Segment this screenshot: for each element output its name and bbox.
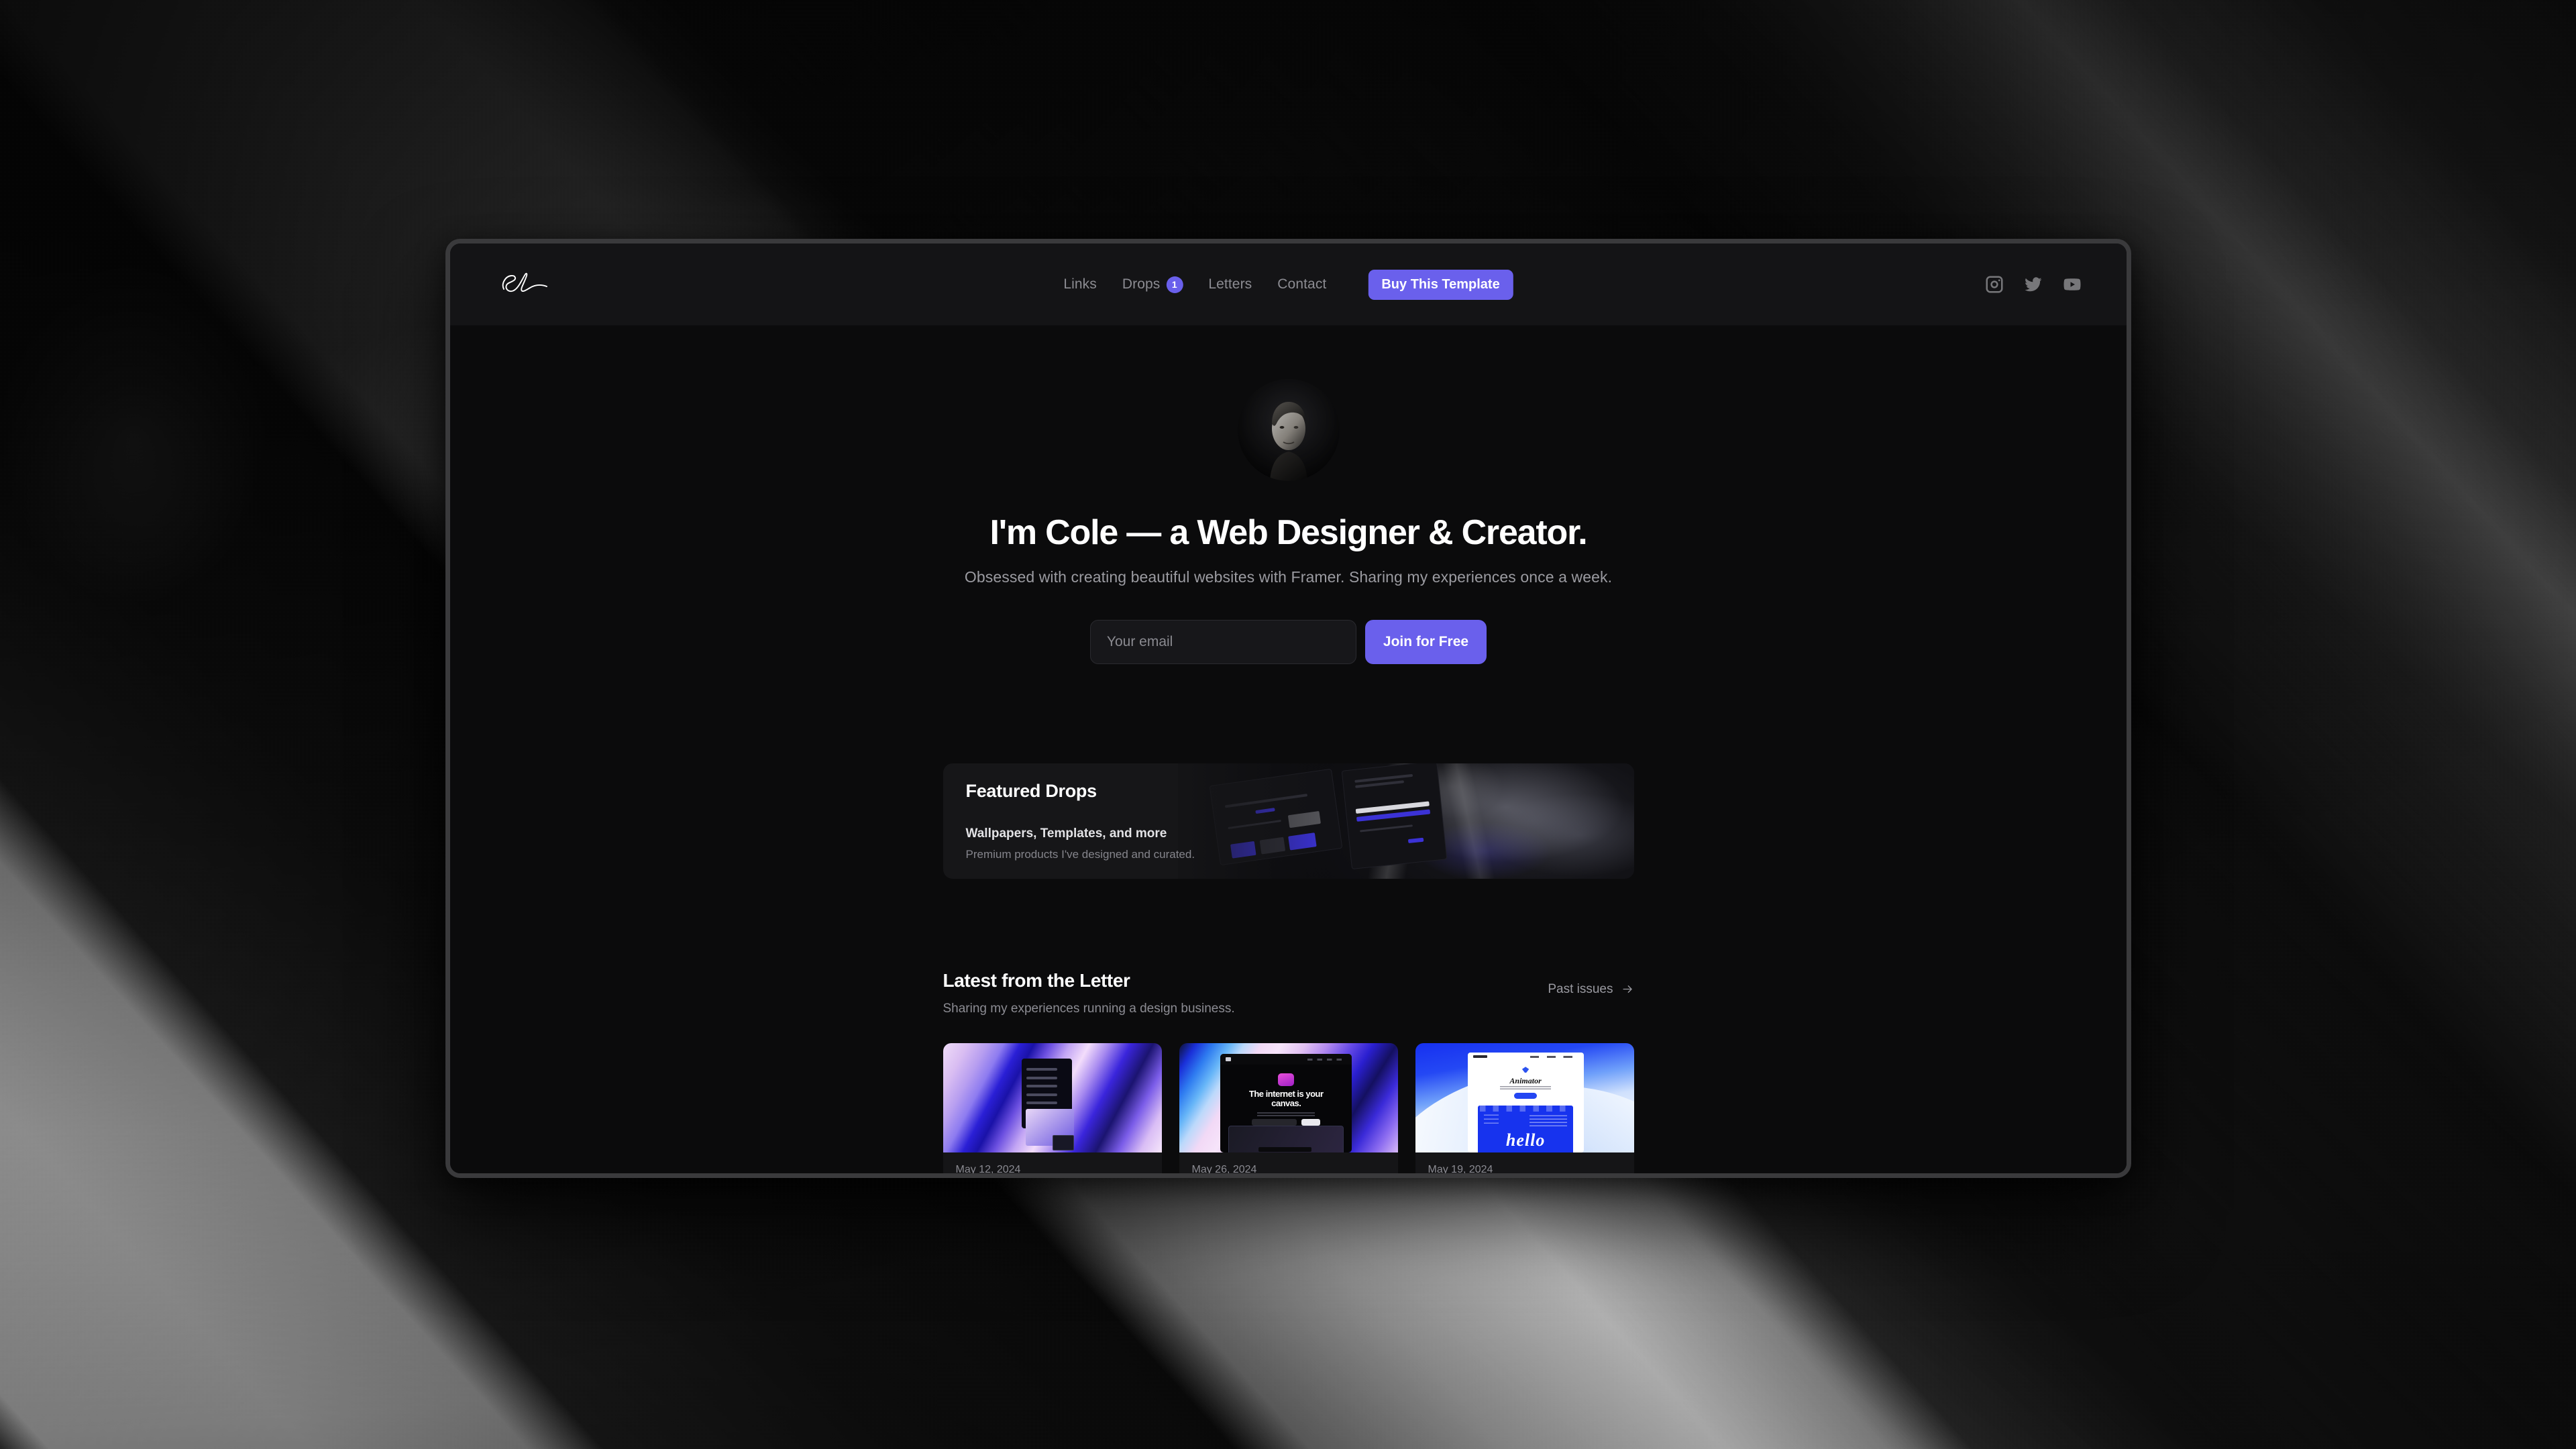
nav-link-label: Letters (1208, 276, 1252, 292)
letter-title: Latest from the Letter (943, 969, 1130, 991)
letter-card-grid: May 12, 2024 The Ultimate Guide to Respo… (943, 1042, 1634, 1173)
post-thumbnail-3: Animator hello (1415, 1042, 1634, 1152)
featured-drops-subtitle: Wallpapers, Templates, and more (965, 826, 1167, 841)
past-issues-label: Past issues (1548, 981, 1613, 996)
list-item[interactable]: The internet is your canvas. May 26, 202… (1179, 1042, 1398, 1173)
list-item[interactable]: May 12, 2024 The Ultimate Guide to Respo… (943, 1042, 1162, 1173)
thumbnail-nav-items (1530, 1055, 1579, 1059)
youtube-icon[interactable] (2062, 274, 2082, 294)
post-body-3: May 19, 2024 How To Build Your First Fra… (1415, 1152, 1634, 1173)
thumbnail-button (1301, 1118, 1321, 1126)
site-logo[interactable] (494, 268, 556, 301)
thumbnail-topbar (1468, 1053, 1584, 1061)
past-issues-link[interactable]: Past issues (1548, 970, 1633, 997)
thumbnail-headline: The internet is your canvas. (1248, 1088, 1324, 1109)
nav-link-letters[interactable]: Letters (1208, 276, 1252, 292)
thumbnail-panel-toolbar (1478, 1106, 1573, 1112)
nav-link-label: Drops (1122, 276, 1161, 292)
letter-heading-group: Latest from the Letter Sharing my experi… (943, 970, 1235, 1016)
hero-subtitle: Obsessed with creating beautiful website… (964, 568, 1613, 586)
site-navbar: Links Drops 1 Letters Contact Buy This T… (450, 244, 2127, 325)
featured-drops-card[interactable]: Featured Drops Wallpapers, Templates, an… (943, 763, 1634, 879)
thumbnail-paragraph (1257, 1111, 1316, 1116)
browser-window: Links Drops 1 Letters Contact Buy This T… (445, 239, 2131, 1178)
thumbnail-button (1513, 1092, 1538, 1099)
post-date: May 26, 2024 (1191, 1163, 1257, 1173)
social-links (1984, 274, 2082, 294)
thumbnail-panel-code (1529, 1114, 1568, 1126)
avatar (1237, 379, 1340, 481)
navbar-links: Links Drops 1 Letters Contact Buy This T… (1063, 269, 1513, 300)
thumbnail-logo-icon (1226, 1057, 1232, 1062)
thumbnail-editor-panel (1228, 1126, 1344, 1152)
page-title: I'm Cole — a Web Designer & Creator. (989, 513, 1587, 552)
nav-link-label: Contact (1277, 276, 1327, 292)
join-for-free-button[interactable]: Join for Free (1364, 619, 1487, 664)
thumbnail-preview-tile-small (1052, 1134, 1075, 1150)
thumbnail-input (1252, 1118, 1297, 1126)
thumbnail-hello-script: hello (1505, 1130, 1546, 1150)
nav-link-links[interactable]: Links (1063, 276, 1097, 292)
letter-subtitle: Sharing my experiences running a design … (943, 1001, 1235, 1016)
list-item[interactable]: Animator hello May 19, 2024 (1415, 1042, 1634, 1173)
post-thumbnail-2: The internet is your canvas. (1179, 1042, 1398, 1152)
thumbnail-nav-items (1307, 1058, 1347, 1061)
thumbnail-framer-site: The internet is your canvas. (1220, 1054, 1352, 1152)
newsletter-signup-form: Join for Free (943, 619, 1634, 664)
thumbnail-logo-icon (1473, 1055, 1488, 1059)
nav-link-label: Links (1063, 276, 1097, 292)
thumbnail-editor-canvas (1258, 1147, 1311, 1152)
artwork-mini-site-2 (1341, 763, 1448, 870)
thumbnail-app-icon (1278, 1073, 1294, 1087)
thumbnail-bird-icon (1521, 1067, 1529, 1073)
content-container: I'm Cole — a Web Designer & Creator. Obs… (943, 325, 1634, 1173)
post-date: May 12, 2024 (955, 1163, 1021, 1173)
post-body-2: May 26, 2024 How To Build a Killer Landi… (1179, 1152, 1398, 1173)
featured-drops-title: Featured Drops (965, 780, 1097, 801)
arrow-right-icon (1622, 985, 1632, 994)
featured-drops-text: Featured Drops Wallpapers, Templates, an… (943, 763, 1258, 879)
thumbnail-panel-sidebar (1483, 1114, 1499, 1124)
letter-section-header: Latest from the Letter Sharing my experi… (943, 970, 1634, 1016)
thumbnail-blue-panel: hello (1478, 1106, 1573, 1152)
nav-link-contact[interactable]: Contact (1277, 276, 1326, 292)
avatar-portrait-icon (1237, 379, 1340, 481)
thumbnail-paragraph (1500, 1084, 1552, 1090)
thumbnail-animator-site: Animator hello (1467, 1053, 1584, 1152)
nav-link-drops[interactable]: Drops 1 (1122, 276, 1183, 293)
thumbnail-form (1252, 1118, 1321, 1126)
browser-viewport: Links Drops 1 Letters Contact Buy This T… (450, 244, 2127, 1173)
email-input[interactable] (1089, 619, 1356, 664)
post-thumbnail-1 (943, 1042, 1162, 1152)
page-content: I'm Cole — a Web Designer & Creator. Obs… (450, 325, 2127, 1173)
hero-section: I'm Cole — a Web Designer & Creator. Obs… (943, 325, 1634, 664)
drops-count-badge: 1 (1166, 276, 1183, 293)
twitter-icon[interactable] (2023, 274, 2043, 294)
cole-signature-icon (502, 272, 547, 292)
post-body-1: May 12, 2024 The Ultimate Guide to Respo… (943, 1152, 1162, 1173)
latest-letter-section: Latest from the Letter Sharing my experi… (943, 970, 1634, 1173)
post-date: May 19, 2024 (1428, 1163, 1493, 1173)
buy-this-template-button[interactable]: Buy This Template (1368, 269, 1513, 300)
instagram-icon[interactable] (1984, 274, 2004, 294)
featured-drops-description: Premium products I've designed and curat… (965, 847, 1195, 861)
